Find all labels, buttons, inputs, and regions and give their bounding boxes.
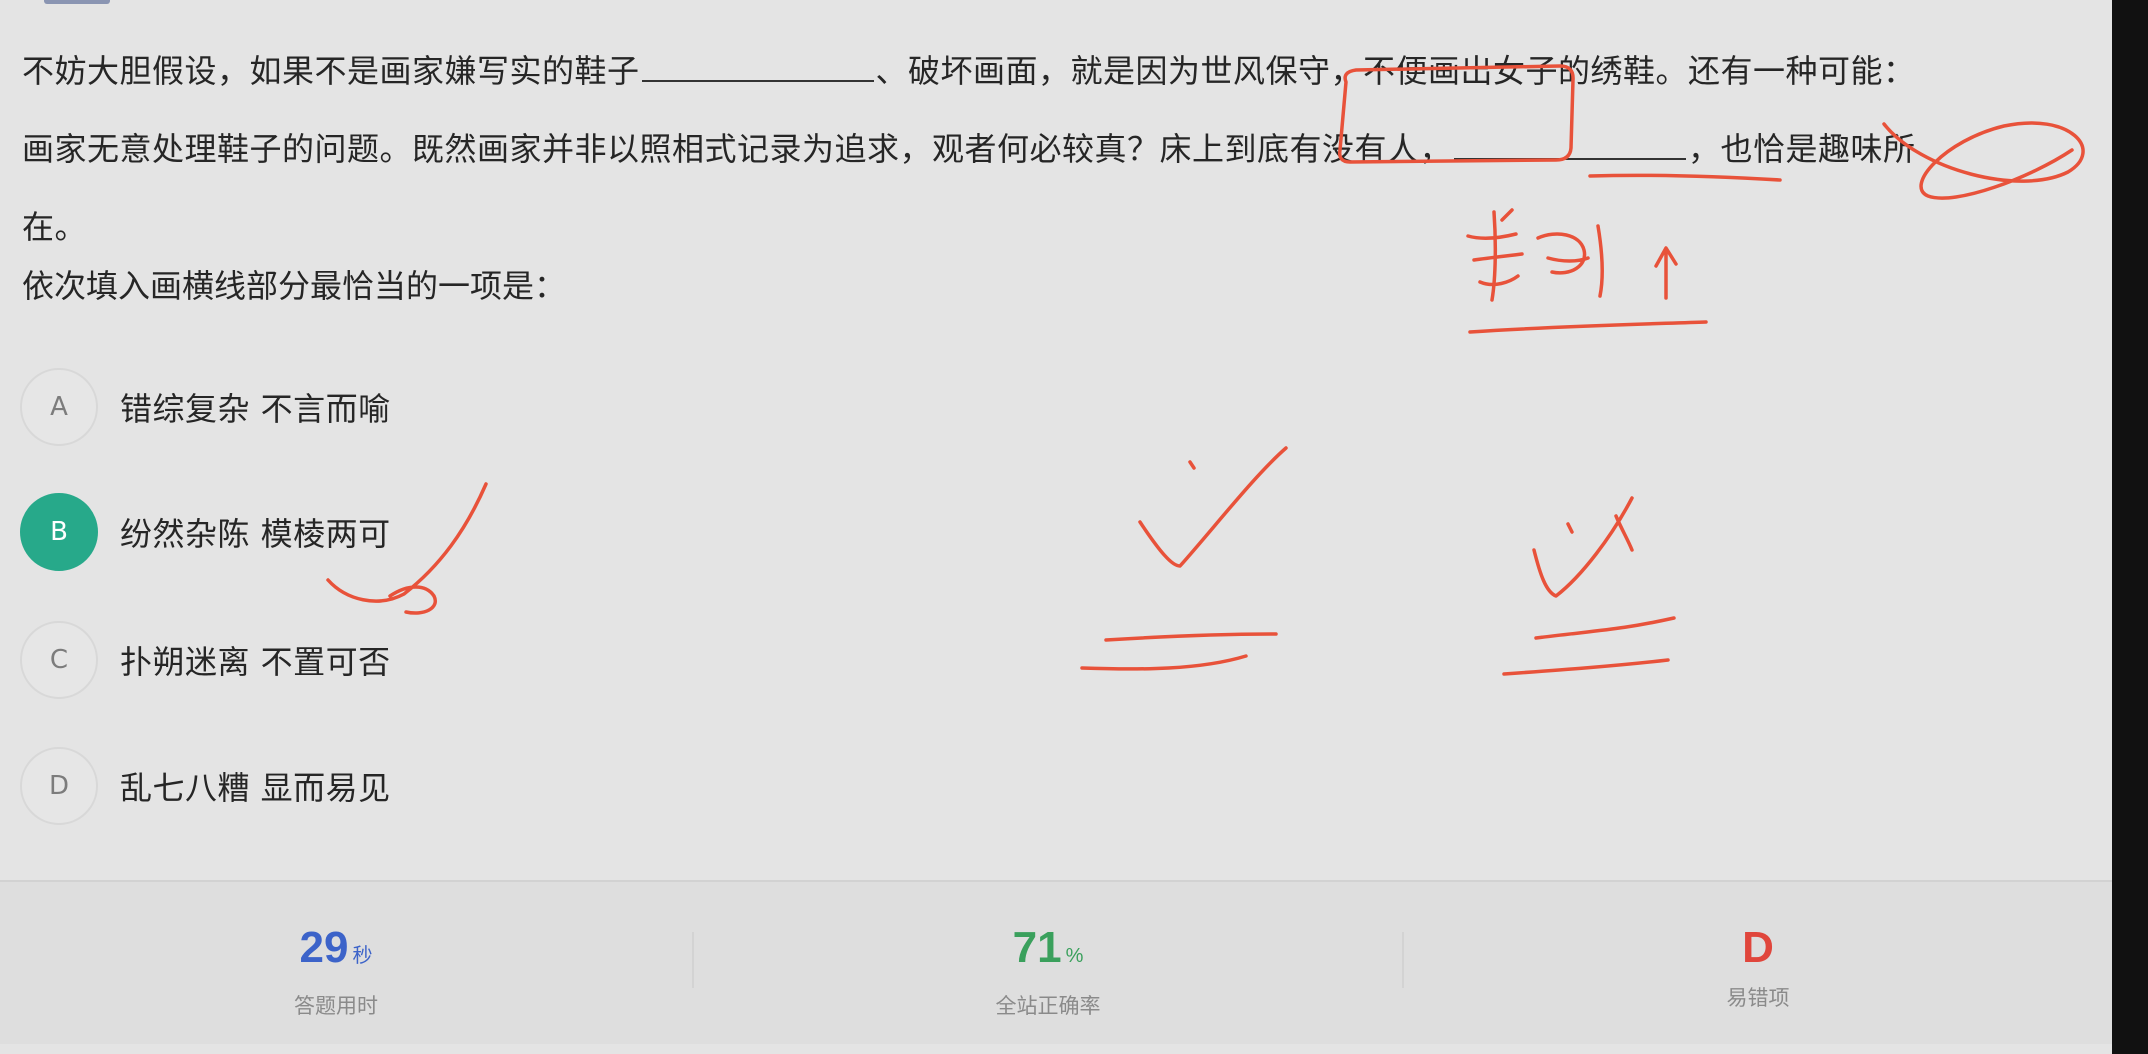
option-c-letter: C [20,621,98,699]
passage-text-2b: ，也恰是趣味所 [1688,130,1916,168]
option-a[interactable]: A 错综复杂 不言而喻 [20,367,540,447]
answer-time-number: 29 [299,923,349,972]
site-accuracy-number: 71 [1012,923,1062,972]
option-d-text: 乱七八糟 显而易见 [120,769,391,807]
answer-time-unit: 秒 [352,945,373,967]
stats-bar: 29 秒 答题用时 71% 全站正确率 D 易错项 [0,880,2112,1044]
site-accuracy-label: 全站正确率 [995,994,1101,1018]
annotation-underline-middle-2 [1080,654,1248,671]
answer-time-label: 答题用时 [294,994,378,1018]
annotation-check-middle [1138,446,1288,568]
stat-site-accuracy: 71% 全站正确率 [898,922,1198,1020]
option-d[interactable]: D 乱七八糟 显而易见 [20,746,540,826]
passage-text-1a: 不妨大胆假设，如果不是画家嫌写实的鞋子 [22,52,640,90]
stat-common-wrong: D 易错项 [1608,922,1908,1012]
option-a-text: 错综复杂 不言而喻 [120,390,391,428]
passage-text-3: 在。 [22,208,88,246]
annotation-check-right [1532,496,1634,598]
option-b-letter: B [20,493,98,571]
answer-time-value: 29 秒 [186,922,486,982]
option-c[interactable]: C 扑朔迷离 不置可否 [20,620,540,700]
top-tab-indicator [44,0,110,4]
stats-divider-2 [1402,932,1404,988]
common-wrong-value: D [1742,923,1774,972]
option-a-letter: A [20,368,98,446]
question-prompt: 依次填入画横线部分最恰当的一项是： [22,267,567,305]
stat-answer-time: 29 秒 答题用时 [186,922,486,1020]
passage-text-2a: 画家无意处理鞋子的问题。既然画家并非以照相式记录为追求，观者何必较真？床上到底有… [22,130,1453,168]
passage-text-1b: 、破坏画面，就是因为世风保守，不便画出女子的绣鞋。还有一种可能： [875,52,1916,90]
annotation-underline-middle-1 [1104,632,1278,642]
annotation-underline-right-2 [1502,658,1670,676]
blank-2 [1454,132,1687,160]
common-wrong-label: 易错项 [1726,986,1790,1010]
site-accuracy-unit: % [1065,945,1084,967]
blank-1 [641,54,874,82]
option-b-text: 纷然杂陈 模棱两可 [120,515,391,553]
annotation-underline-handwriting [1468,320,1708,334]
window-edge [2112,0,2148,1054]
annotation-underline-right-1 [1534,616,1676,640]
stats-divider-1 [692,932,694,988]
site-accuracy-value: 71% [898,922,1198,982]
question-passage: 不妨大胆假设，如果不是画家嫌写实的鞋子 、破坏画面，就是因为世风保守，不便画出女子… [22,32,2062,266]
option-b[interactable]: B 纷然杂陈 模棱两可 [20,492,540,572]
option-d-letter: D [20,747,98,825]
option-c-text: 扑朔迷离 不置可否 [120,643,391,681]
